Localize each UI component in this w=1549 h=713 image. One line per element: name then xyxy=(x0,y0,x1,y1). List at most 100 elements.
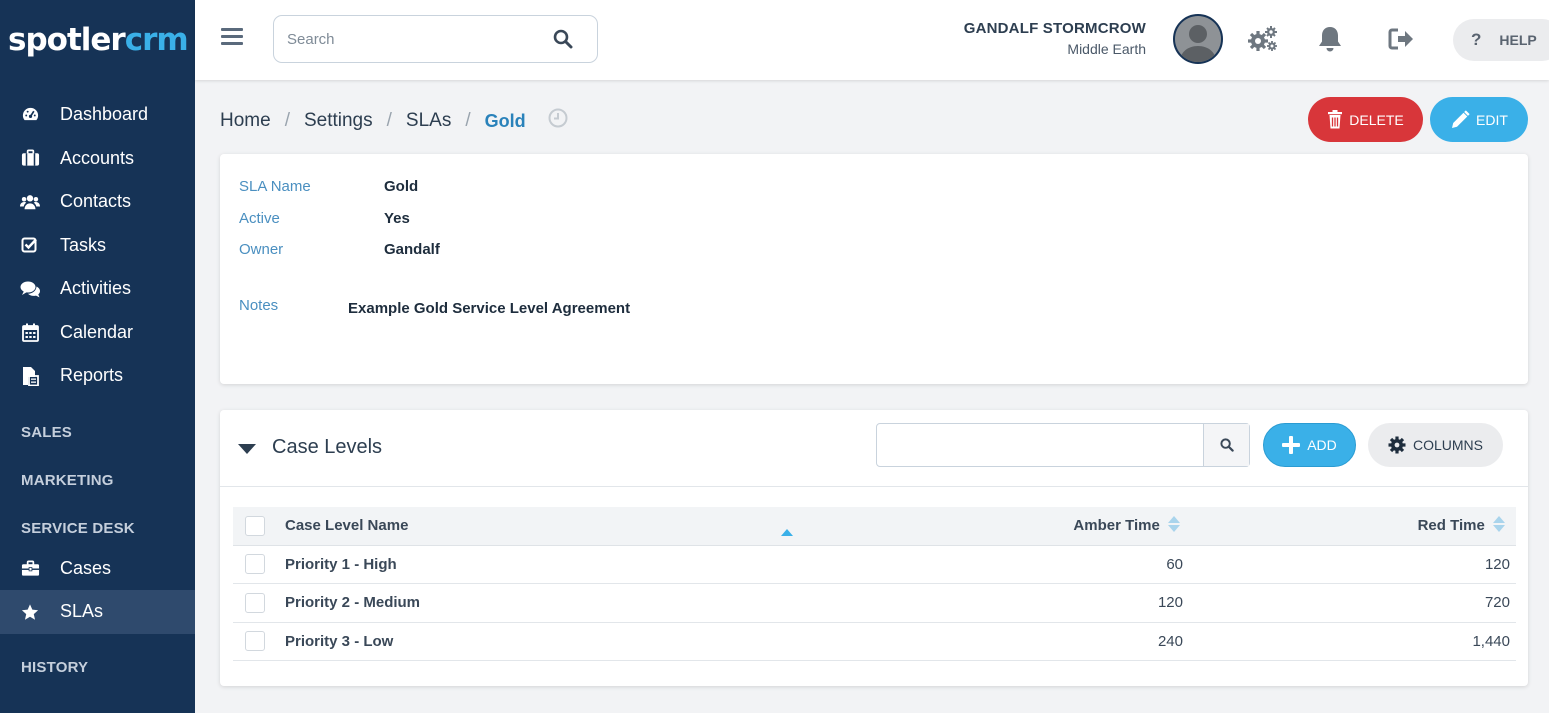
case-levels-search-input[interactable] xyxy=(877,424,1203,466)
breadcrumb-settings[interactable]: Settings xyxy=(304,110,373,132)
table-row[interactable]: Priority 2 - Medium 120 720 xyxy=(233,584,1516,623)
row-select-cell xyxy=(233,545,285,584)
avatar[interactable] xyxy=(1173,14,1223,64)
question-icon: ? xyxy=(1471,30,1482,49)
row-select-cell xyxy=(233,622,285,661)
table-row[interactable]: Priority 3 - Low 240 1,440 xyxy=(233,622,1516,661)
toolbox-icon xyxy=(20,558,40,578)
sidebar-item-accounts[interactable]: Accounts xyxy=(0,137,195,181)
search-input[interactable] xyxy=(274,30,544,48)
logo-text-primary: spotler xyxy=(8,22,126,58)
app-logo[interactable]: spotler crm xyxy=(0,0,195,80)
case-levels-table: Case Level Name Amber Time Red Time Prio… xyxy=(233,507,1516,661)
sidebar-item-cases[interactable]: Cases xyxy=(0,547,195,591)
sla-details-card: SLA Name Gold Active Yes Owner Gandalf N… xyxy=(220,154,1528,384)
field-label: Owner xyxy=(239,241,284,258)
column-header-label: Red Time xyxy=(1417,516,1485,534)
logo-text-accent: crm xyxy=(124,22,189,58)
add-label: ADD xyxy=(1307,437,1337,453)
field-label: Active xyxy=(239,210,280,227)
field-label: SLA Name xyxy=(239,178,311,195)
search-icon[interactable] xyxy=(1203,424,1249,466)
select-all-checkbox[interactable] xyxy=(245,515,265,536)
sidebar-item-label: SLAs xyxy=(60,601,104,622)
amber-time: 60 xyxy=(1166,555,1183,573)
main-nav: Dashboard Accounts Contacts Tasks Activi… xyxy=(0,93,195,398)
settings-gears-icon[interactable] xyxy=(1247,24,1279,54)
column-header-amber[interactable]: Amber Time xyxy=(805,507,1185,545)
field-value: Example Gold Service Level Agreement xyxy=(348,300,631,317)
delete-button[interactable]: DELETE xyxy=(1308,97,1423,142)
sidebar-section-history[interactable]: HISTORY xyxy=(0,644,195,692)
sidebar-item-label: Activities xyxy=(60,278,132,299)
case-levels-card: Case Levels ADD COLUMNS Case Level Name … xyxy=(220,410,1528,686)
breadcrumb: Home / Settings / SLAs / Gold xyxy=(220,108,568,134)
field-value: Gold xyxy=(384,178,419,195)
red-time: 720 xyxy=(1484,594,1510,612)
dashboard-icon xyxy=(20,105,40,125)
sidebar: spotler crm Dashboard Accounts Contacts T… xyxy=(0,0,195,713)
breadcrumb-separator: / xyxy=(284,110,290,131)
columns-button[interactable]: COLUMNS xyxy=(1368,423,1503,467)
sort-icon xyxy=(1493,515,1505,536)
field-value: Gandalf xyxy=(384,241,440,258)
breadcrumb-slas[interactable]: SLAs xyxy=(406,110,451,132)
sidebar-item-label: Calendar xyxy=(60,321,134,342)
sidebar-item-contacts[interactable]: Contacts xyxy=(0,180,195,224)
user-info[interactable]: GANDALF STORMCROW Middle Earth xyxy=(955,20,1146,57)
plus-icon xyxy=(1282,436,1301,454)
breadcrumb-home[interactable]: Home xyxy=(220,110,271,132)
column-header-name[interactable]: Case Level Name xyxy=(285,507,805,545)
comments-icon xyxy=(20,279,40,299)
search-icon[interactable] xyxy=(553,29,573,54)
menu-toggle-icon[interactable] xyxy=(221,28,243,48)
column-header-label: Case Level Name xyxy=(285,517,409,535)
edit-button[interactable]: EDIT xyxy=(1430,97,1528,142)
help-label: HELP xyxy=(1499,32,1537,48)
notifications-bell-icon[interactable] xyxy=(1314,24,1346,54)
help-button[interactable]: ? HELP xyxy=(1453,19,1549,61)
case-levels-title: Case Levels xyxy=(272,436,383,458)
column-header-label: Amber Time xyxy=(1073,516,1160,534)
sidebar-item-activities[interactable]: Activities xyxy=(0,267,195,311)
sidebar-item-calendar[interactable]: Calendar xyxy=(0,311,195,355)
logout-icon[interactable] xyxy=(1385,24,1417,54)
add-case-level-button[interactable]: ADD xyxy=(1263,423,1356,467)
case-level-name[interactable]: Priority 2 - Medium xyxy=(285,584,805,623)
table-row[interactable]: Priority 1 - High 60 120 xyxy=(233,545,1516,584)
sidebar-section-sales[interactable]: SALES xyxy=(0,409,195,457)
checkbox-icon xyxy=(20,235,40,255)
sidebar-item-slas[interactable]: SLAs xyxy=(0,590,195,634)
trash-icon xyxy=(1327,110,1343,129)
amber-time: 240 xyxy=(1157,632,1183,650)
amber-time: 120 xyxy=(1157,594,1183,612)
global-search xyxy=(273,15,598,63)
sort-ascending-icon xyxy=(781,523,793,540)
sidebar-item-label: Accounts xyxy=(60,147,135,168)
row-checkbox[interactable] xyxy=(245,631,265,652)
sidebar-item-tasks[interactable]: Tasks xyxy=(0,224,195,268)
row-select-cell xyxy=(233,584,285,623)
gear-icon xyxy=(1388,436,1406,454)
sidebar-item-dashboard[interactable]: Dashboard xyxy=(0,93,195,137)
top-bar: GANDALF STORMCROW Middle Earth ? HELP xyxy=(195,0,1549,80)
collapse-caret-icon[interactable] xyxy=(238,444,256,454)
edit-label: EDIT xyxy=(1476,111,1508,128)
sidebar-section-marketing[interactable]: MARKETING xyxy=(0,457,195,505)
sidebar-item-label: Cases xyxy=(60,557,112,578)
case-level-name[interactable]: Priority 3 - Low xyxy=(285,622,805,661)
calendar-icon xyxy=(20,322,40,342)
user-name: GANDALF STORMCROW xyxy=(963,20,1146,37)
briefcase-icon xyxy=(20,148,40,168)
row-checkbox[interactable] xyxy=(245,554,265,575)
case-level-name[interactable]: Priority 1 - High xyxy=(285,545,805,584)
history-clock-icon[interactable] xyxy=(548,108,568,134)
sidebar-item-label: Dashboard xyxy=(60,104,149,125)
users-icon xyxy=(20,192,40,212)
table-header-row: Case Level Name Amber Time Red Time xyxy=(233,507,1516,545)
sidebar-item-reports[interactable]: Reports xyxy=(0,354,195,398)
row-checkbox[interactable] xyxy=(245,592,265,613)
sidebar-section-service-desk[interactable]: SERVICE DESK xyxy=(0,505,195,553)
column-header-red[interactable]: Red Time xyxy=(1185,507,1516,545)
delete-label: DELETE xyxy=(1349,111,1404,128)
